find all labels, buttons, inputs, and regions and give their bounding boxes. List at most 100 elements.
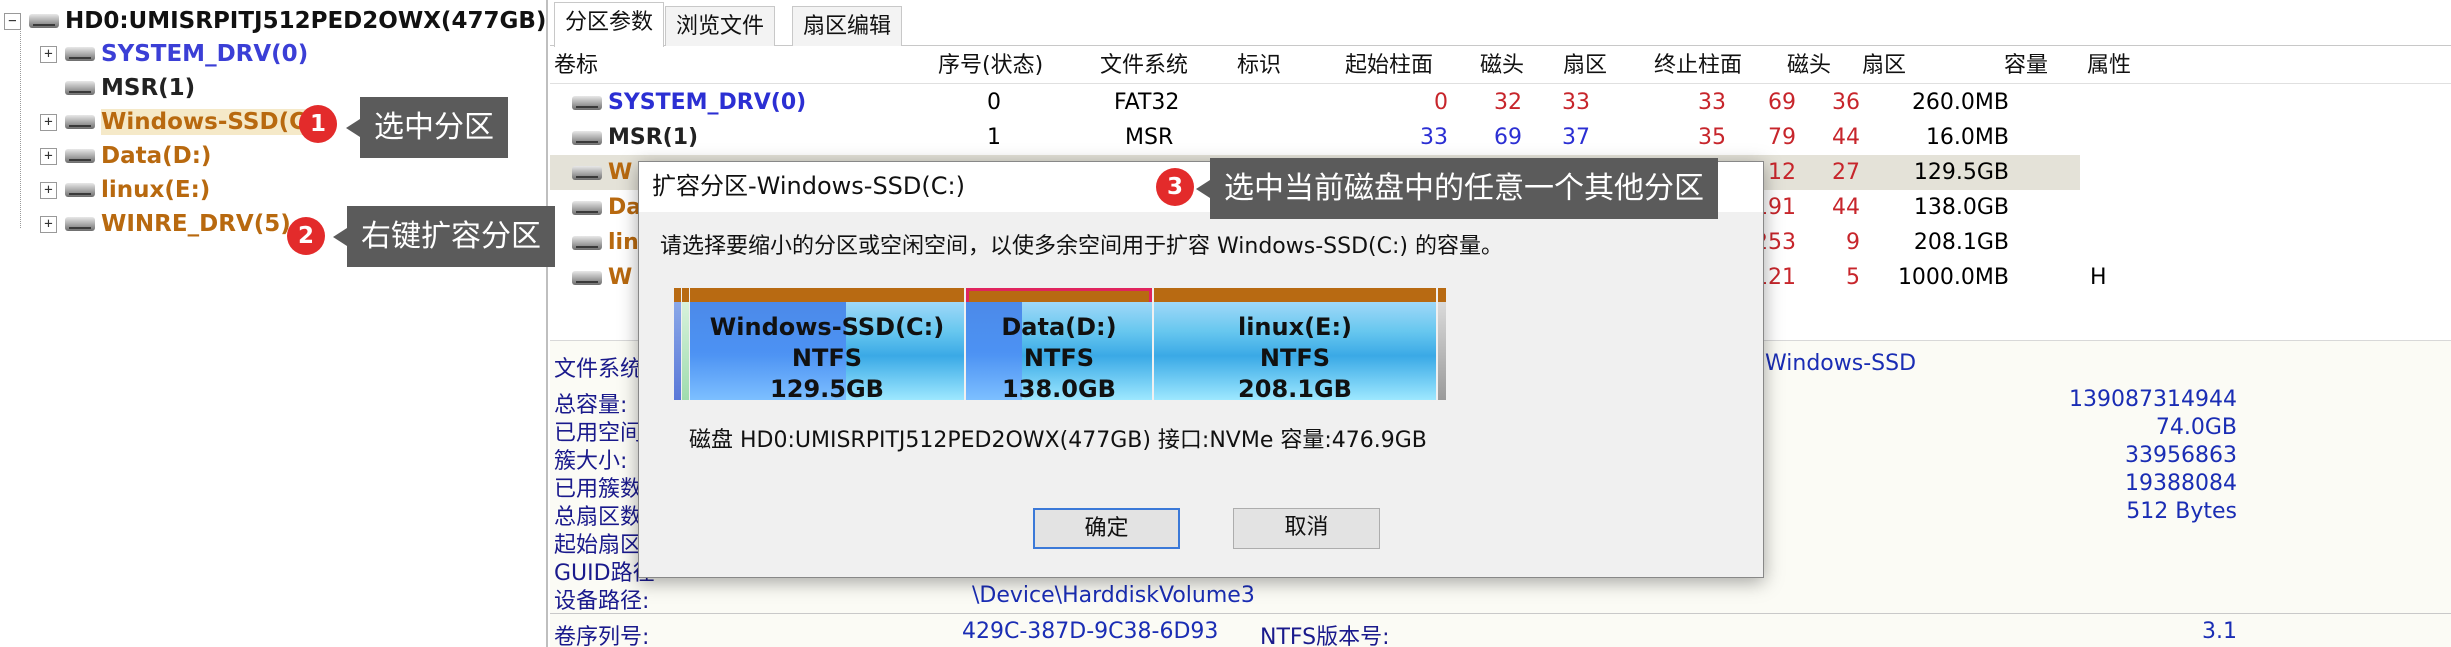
row-name: lin <box>572 225 639 260</box>
info-value: 512 Bytes <box>2126 499 2237 524</box>
tree-item-system-drv[interactable]: + SYSTEM_DRV(0) <box>40 38 308 70</box>
tree-item-windows-ssd[interactable]: + Windows-SSD(C:) <box>40 106 326 138</box>
tree-item-label: SYSTEM_DRV(0) <box>101 41 309 67</box>
tab-sector-edit[interactable]: 扇区编辑 <box>792 6 903 46</box>
extend-partition-dialog: 扩容分区-Windows-SSD(C:) 请选择要缩小的分区或空闲空间，以使多余… <box>638 161 1764 578</box>
row-fs: MSR <box>1125 125 1174 150</box>
row-fs: FAT32 <box>1114 90 1180 115</box>
row-end-cyl: 33 <box>1698 90 1726 115</box>
step-badge-1: 1 <box>299 105 337 143</box>
disk-map-bar: Windows-SSD(C:) NTFS 129.5GB Data(D:) NT… <box>674 288 1712 400</box>
expand-icon[interactable]: + <box>40 181 57 199</box>
callout-select-partition: 选中分区 <box>346 97 508 158</box>
expand-icon[interactable]: + <box>40 147 57 165</box>
row-end-head: 12 <box>1768 160 1796 185</box>
row-start-sec: 37 <box>1562 125 1590 150</box>
row-size: 138.0GB <box>1913 195 2009 220</box>
col-attr[interactable]: 属性 <box>2087 48 2131 84</box>
col-index[interactable]: 序号(状态) <box>938 48 1043 84</box>
partition-icon <box>572 200 602 215</box>
callout-select-other-partition: 选中当前磁盘中的任意一个其他分区 <box>1196 158 1718 219</box>
row-attr: H <box>2090 265 2107 290</box>
table-row[interactable]: MSR(1) 1 MSR 33 69 37 35 79 44 16.0MB <box>550 120 2080 155</box>
partition-icon <box>65 115 95 129</box>
row-start-head: 69 <box>1494 125 1522 150</box>
segment-label: Data(D:) NTFS 138.0GB <box>1001 313 1117 400</box>
tree-item-label: Data(D:) <box>101 143 212 169</box>
tab-browse-files[interactable]: 浏览文件 <box>665 6 776 46</box>
row-index: 1 <box>987 125 1001 150</box>
partition-icon <box>572 95 602 110</box>
info-device-value: \Device\HarddiskVolume3 <box>972 583 1255 608</box>
callout-right-click-extend: 右键扩容分区 <box>333 206 555 267</box>
tree-item-msr[interactable]: MSR(1) <box>65 72 195 104</box>
col-end-head[interactable]: 磁头 <box>1787 48 1831 84</box>
row-size: 1000.0MB <box>1897 265 2009 290</box>
col-id[interactable]: 标识 <box>1237 48 1281 84</box>
row-index: 0 <box>987 90 1001 115</box>
col-filesystem[interactable]: 文件系统 <box>1100 48 1188 84</box>
segment-windows-ssd[interactable]: Windows-SSD(C:) NTFS 129.5GB <box>690 288 964 400</box>
tab-bar: 分区参数 浏览文件 扇区编辑 <box>550 2 2451 47</box>
info-value: 139087314944 <box>2069 387 2237 412</box>
expand-icon[interactable]: + <box>40 113 57 131</box>
col-size[interactable]: 容量 <box>2004 48 2048 84</box>
col-end-cyl[interactable]: 终止柱面 <box>1654 48 1742 84</box>
info-serial-label: 卷序列号: <box>554 625 650 647</box>
info-value: 19388084 <box>2125 471 2237 496</box>
row-end-sec: 5 <box>1846 265 1860 290</box>
tree-item-winre[interactable]: + WINRE_DRV(5) <box>40 208 291 240</box>
row-size: 208.1GB <box>1913 230 2009 255</box>
step-badge-3: 3 <box>1156 168 1194 206</box>
expand-icon[interactable]: + <box>40 45 57 63</box>
tree-line <box>20 28 21 228</box>
row-end-sec: 44 <box>1832 195 1860 220</box>
ok-button[interactable]: 确定 <box>1033 508 1180 549</box>
row-start-cyl: 0 <box>1434 90 1448 115</box>
partition-icon <box>572 235 602 250</box>
info-ntfs-value: 3.1 <box>2202 619 2237 644</box>
row-name: W <box>572 155 632 190</box>
info-serial-value: 429C-387D-9C38-6D93 <box>962 619 1219 644</box>
row-end-sec: 36 <box>1832 90 1860 115</box>
row-end-sec: 27 <box>1832 160 1860 185</box>
row-name: SYSTEM_DRV(0) <box>572 85 806 120</box>
segment-msr[interactable] <box>682 288 689 400</box>
row-end-head: 69 <box>1768 90 1796 115</box>
app-window: − HD0:UMISRPITJ512PED2OWX(477GB) + SYSTE… <box>0 0 2451 647</box>
col-start-cyl[interactable]: 起始柱面 <box>1345 48 1433 84</box>
row-size: 16.0MB <box>1925 125 2009 150</box>
partition-icon <box>65 149 95 163</box>
info-value: 74.0GB <box>2155 415 2237 440</box>
partition-icon <box>65 47 95 61</box>
tab-partition-params[interactable]: 分区参数 <box>554 2 665 47</box>
segment-winre[interactable] <box>1438 288 1446 400</box>
row-start-sec: 33 <box>1562 90 1590 115</box>
info-value: 33956863 <box>2125 443 2237 468</box>
info-fs-value: Windows-SSD <box>1765 351 1917 376</box>
collapse-icon[interactable]: − <box>4 12 21 30</box>
tree-disk-label: HD0:UMISRPITJ512PED2OWX(477GB) <box>65 8 547 34</box>
row-end-sec: 44 <box>1832 125 1860 150</box>
col-volume-label[interactable]: 卷标 <box>554 48 598 84</box>
table-row[interactable]: SYSTEM_DRV(0) 0 FAT32 0 32 33 33 69 36 2… <box>550 85 2080 120</box>
row-end-head: 79 <box>1768 125 1796 150</box>
row-size: 129.5GB <box>1913 160 2009 185</box>
col-start-sec[interactable]: 扇区 <box>1563 48 1607 84</box>
tree-item-label: WINRE_DRV(5) <box>101 211 291 237</box>
partition-table-header: 卷标 序号(状态) 文件系统 标识 起始柱面 磁头 扇区 终止柱面 磁头 扇区 … <box>550 48 2451 84</box>
tree-item-label: linux(E:) <box>101 177 211 203</box>
col-start-head[interactable]: 磁头 <box>1480 48 1524 84</box>
tree-disk-node[interactable]: − HD0:UMISRPITJ512PED2OWX(477GB) <box>4 5 546 37</box>
row-start-head: 32 <box>1494 90 1522 115</box>
tree-item-data[interactable]: + Data(D:) <box>40 140 211 172</box>
col-end-sec[interactable]: 扇区 <box>1862 48 1906 84</box>
tree-item-linux[interactable]: + linux(E:) <box>40 174 210 206</box>
tree-item-label: MSR(1) <box>101 75 196 101</box>
segment-system-drv[interactable] <box>674 288 681 400</box>
expand-icon[interactable]: + <box>40 215 57 233</box>
segment-linux[interactable]: linux(E:) NTFS 208.1GB <box>1154 288 1436 400</box>
segment-data[interactable]: Data(D:) NTFS 138.0GB <box>966 288 1152 400</box>
cancel-button[interactable]: 取消 <box>1233 508 1380 549</box>
row-name: MSR(1) <box>572 120 698 155</box>
